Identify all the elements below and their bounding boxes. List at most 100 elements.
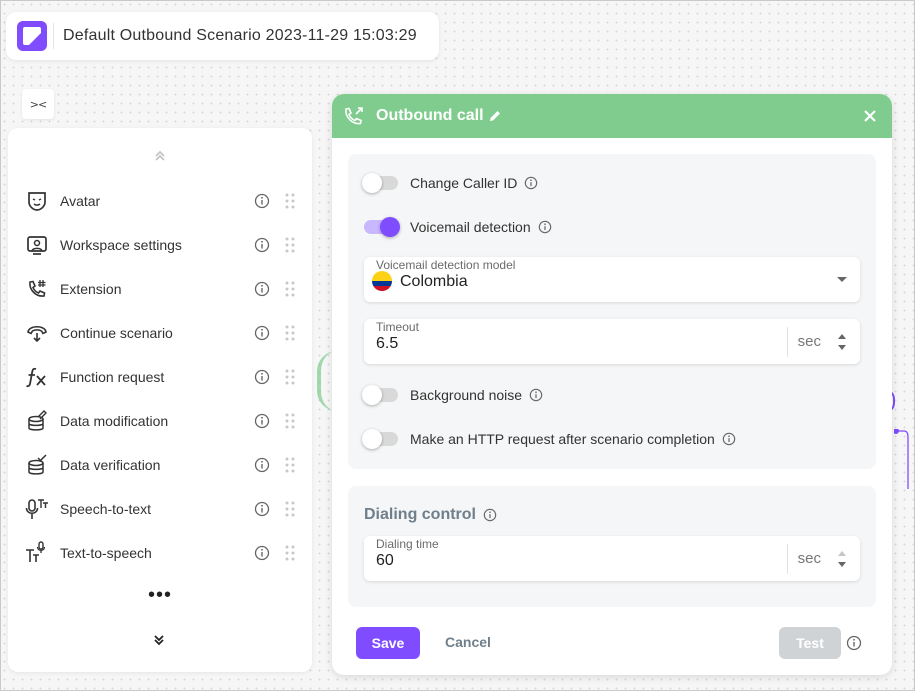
sidebar-item-label: Data verification (60, 457, 161, 473)
scenario-title[interactable]: Default Outbound Scenario 2023-11-29 15:… (63, 27, 417, 45)
field-label: Dialing time (376, 537, 439, 551)
voicemail-detection-row: Voicemail detection (364, 215, 552, 239)
sidebar-item-label: Speech-to-text (60, 501, 152, 517)
phone-hash-icon (24, 276, 50, 302)
info-icon[interactable] (254, 501, 270, 517)
http-request-toggle[interactable] (362, 429, 398, 449)
info-icon[interactable] (254, 457, 270, 473)
info-icon[interactable] (254, 413, 270, 429)
test-button[interactable]: Test (779, 627, 841, 659)
info-icon[interactable] (846, 635, 862, 651)
change-caller-id-row: Change Caller ID (362, 171, 538, 195)
drag-handle-icon[interactable] (285, 237, 295, 253)
sidebar-item-label: Workspace settings (60, 237, 182, 253)
info-icon[interactable] (254, 369, 270, 385)
background-noise-toggle[interactable] (362, 385, 398, 405)
sidebar-item-label: Extension (60, 281, 122, 297)
outbound-call-dialog: Outbound call Change Caller ID Voicemail… (332, 94, 892, 675)
sidebar-item-label: Continue scenario (60, 325, 173, 341)
voicemail-model-select[interactable]: Voicemail detection model Colombia (364, 257, 860, 302)
dialog-header: Outbound call (332, 94, 892, 138)
drag-handle-icon[interactable] (285, 325, 295, 341)
continue-scenario-icon (24, 320, 50, 346)
drag-handle-icon[interactable] (285, 545, 295, 561)
info-icon[interactable] (254, 281, 270, 297)
number-stepper-icon[interactable] (837, 549, 847, 569)
canvas-connector (894, 429, 909, 489)
scroll-up-icon[interactable] (152, 148, 168, 164)
sidebar-item-label: Function request (60, 369, 165, 385)
sidebar-item-workspace-settings[interactable]: Workspace settings (8, 223, 312, 267)
unit-label: sec (797, 333, 821, 350)
sidebar-item-speech-to-text[interactable]: Speech-to-text (8, 487, 312, 531)
dialing-time-value[interactable]: 60 (376, 552, 394, 570)
http-request-row: Make an HTTP request after scenario comp… (362, 427, 736, 451)
edit-title-icon[interactable] (488, 109, 502, 123)
info-icon[interactable] (524, 176, 538, 190)
sidebar-item-text-to-speech[interactable]: Text-to-speech (8, 531, 312, 575)
drag-handle-icon[interactable] (285, 501, 295, 517)
info-icon[interactable] (538, 220, 552, 234)
change-caller-id-toggle[interactable] (362, 173, 398, 193)
sidebar-item-function-request[interactable]: Function request (8, 355, 312, 399)
close-icon[interactable] (863, 109, 877, 123)
sidebar-item-avatar[interactable]: Avatar (8, 179, 312, 223)
sidebar-item-label: Text-to-speech (60, 545, 152, 561)
dialing-control-section: Dialing control Dialing time 60 sec (348, 486, 876, 607)
drag-handle-icon[interactable] (285, 369, 295, 385)
drag-handle-icon[interactable] (285, 281, 295, 297)
text-microphone-icon (24, 540, 50, 566)
info-icon[interactable] (254, 193, 270, 209)
dialing-time-field[interactable]: Dialing time 60 sec (364, 536, 860, 581)
toggle-label: Change Caller ID (410, 175, 518, 191)
app-logo-icon[interactable] (17, 21, 47, 51)
background-noise-row: Background noise (362, 383, 543, 407)
sidebar-item-data-modification[interactable]: Data modification (8, 399, 312, 443)
voicemail-detection-toggle[interactable] (364, 217, 400, 237)
sidebar-item-data-verification[interactable]: Data verification (8, 443, 312, 487)
timeout-value[interactable]: 6.5 (376, 335, 398, 353)
sidebar-item-extension[interactable]: Extension (8, 267, 312, 311)
info-icon[interactable] (254, 325, 270, 341)
function-fx-icon (24, 364, 50, 390)
drag-handle-icon[interactable] (285, 457, 295, 473)
outbound-call-icon (345, 107, 363, 125)
sidebar-item-continue-scenario[interactable]: Continue scenario (8, 311, 312, 355)
drag-handle-icon[interactable] (285, 193, 295, 209)
more-blocks-button[interactable]: ••• (148, 585, 172, 605)
unit-divider (787, 327, 788, 357)
selected-value: Colombia (400, 273, 468, 290)
blocks-sidebar: Avatar Workspace settings Extension Cont… (8, 128, 312, 672)
chevron-down-icon[interactable] (837, 277, 847, 282)
dialog-title: Outbound call (376, 107, 484, 124)
info-icon[interactable] (254, 545, 270, 561)
field-label: Timeout (376, 320, 419, 334)
field-label: Voicemail detection model (376, 258, 516, 272)
drag-handle-icon[interactable] (285, 413, 295, 429)
unit-divider (787, 544, 788, 574)
section-title: Dialing control (364, 506, 497, 524)
info-icon[interactable] (483, 508, 497, 522)
blocks-list: Avatar Workspace settings Extension Cont… (8, 179, 312, 575)
toggle-label: Background noise (410, 387, 523, 403)
section-title-text: Dialing control (364, 506, 476, 523)
timeout-field[interactable]: Timeout 6.5 sec (364, 319, 860, 364)
colombia-flag-icon (372, 271, 392, 291)
title-divider (53, 23, 54, 49)
info-icon[interactable] (254, 237, 270, 253)
collapse-panel-button[interactable]: >< (22, 89, 54, 119)
info-icon[interactable] (529, 388, 543, 402)
toggle-label: Make an HTTP request after scenario comp… (410, 431, 715, 447)
cancel-button[interactable]: Cancel (445, 634, 491, 650)
database-check-icon (24, 452, 50, 478)
save-button[interactable]: Save (356, 627, 420, 659)
number-stepper-icon[interactable] (837, 332, 847, 352)
avatar-mask-icon (24, 188, 50, 214)
call-settings-section: Change Caller ID Voicemail detection Voi… (348, 154, 876, 469)
info-icon[interactable] (722, 432, 736, 446)
unit-label: sec (797, 550, 821, 567)
workspace-settings-icon (24, 232, 50, 258)
sidebar-item-label: Avatar (60, 193, 101, 209)
sidebar-item-label: Data modification (60, 413, 169, 429)
scroll-down-icon[interactable] (151, 632, 167, 648)
